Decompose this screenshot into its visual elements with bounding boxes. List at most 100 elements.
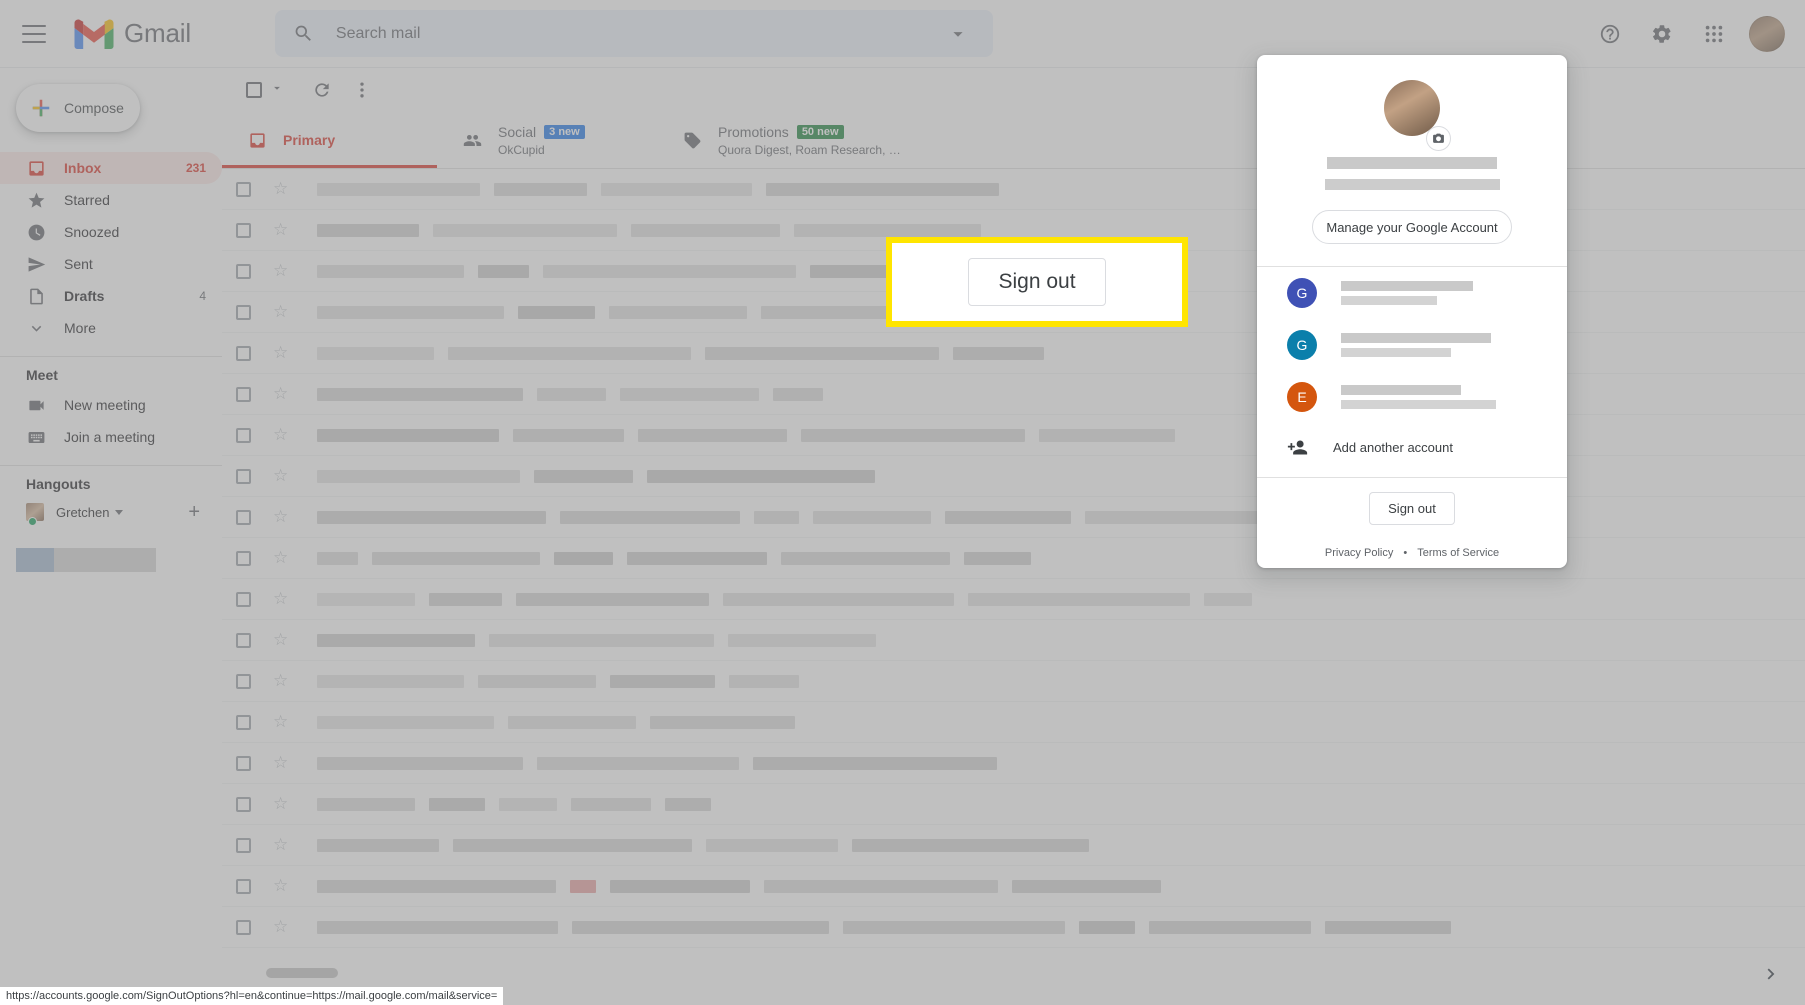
camera-icon[interactable] <box>1426 126 1451 151</box>
row-checkbox[interactable] <box>236 427 251 443</box>
row-checkbox[interactable] <box>236 755 251 771</box>
sidebar-item-starred[interactable]: Starred <box>0 184 222 216</box>
table-row[interactable]: ☆ <box>222 825 1805 866</box>
star-icon[interactable]: ☆ <box>273 671 291 691</box>
table-row[interactable]: ☆ <box>222 784 1805 825</box>
row-checkbox[interactable] <box>236 386 251 402</box>
add-another-account-button[interactable]: Add another account <box>1257 423 1567 471</box>
star-icon[interactable]: ☆ <box>273 507 291 527</box>
sign-out-button[interactable]: Sign out <box>1369 492 1455 525</box>
star-icon[interactable]: ☆ <box>273 630 291 650</box>
account-name-blurred <box>1327 157 1497 169</box>
star-icon[interactable]: ☆ <box>273 876 291 896</box>
row-checkbox[interactable] <box>236 304 251 320</box>
more-vertical-icon[interactable] <box>344 72 380 108</box>
row-checkbox[interactable] <box>236 222 251 238</box>
star-icon[interactable]: ☆ <box>273 589 291 609</box>
account-row[interactable]: E <box>1257 371 1567 423</box>
row-checkbox[interactable] <box>236 509 251 525</box>
table-row[interactable]: ☆ <box>222 866 1805 907</box>
star-icon[interactable]: ☆ <box>273 179 291 199</box>
hamburger-icon[interactable] <box>22 24 46 43</box>
table-row[interactable]: ☆ <box>222 538 1805 579</box>
help-icon[interactable] <box>1593 17 1627 51</box>
row-checkbox[interactable] <box>236 591 251 607</box>
row-checkbox[interactable] <box>236 550 251 566</box>
row-checkbox[interactable] <box>236 714 251 730</box>
apps-grid-icon[interactable] <box>1697 17 1731 51</box>
row-checkbox[interactable] <box>236 345 251 361</box>
row-checkbox[interactable] <box>236 673 251 689</box>
table-row[interactable]: ☆ <box>222 743 1805 784</box>
row-content-blurred <box>317 756 1805 770</box>
tab-social[interactable]: Social 3 new OkCupid <box>437 112 657 168</box>
hangouts-contact-row[interactable]: Gretchen + <box>0 498 222 526</box>
search-input[interactable] <box>333 23 947 44</box>
star-icon[interactable]: ☆ <box>273 261 291 281</box>
star-icon[interactable]: ☆ <box>273 835 291 855</box>
account-row[interactable]: G <box>1257 319 1567 371</box>
sidebar-item-more[interactable]: More <box>0 312 222 344</box>
horizontal-scrollbar[interactable] <box>222 963 1805 983</box>
select-caret-down-icon[interactable] <box>270 81 284 100</box>
manage-google-account-button[interactable]: Manage your Google Account <box>1312 210 1512 244</box>
row-content-blurred <box>317 223 1805 237</box>
table-row[interactable]: ☆ <box>222 415 1805 456</box>
table-row[interactable]: ☆ <box>222 907 1805 948</box>
row-checkbox[interactable] <box>236 632 251 648</box>
tab-subtitle: Quora Digest, Roam Research, … <box>718 142 901 157</box>
terms-of-service-link[interactable]: Terms of Service <box>1417 547 1499 559</box>
sidebar-item-snoozed[interactable]: Snoozed <box>0 216 222 248</box>
star-icon[interactable]: ☆ <box>273 548 291 568</box>
row-checkbox[interactable] <box>236 919 251 935</box>
row-checkbox[interactable] <box>236 468 251 484</box>
star-icon[interactable]: ☆ <box>273 466 291 486</box>
search-bar[interactable] <box>274 10 993 57</box>
caret-down-icon[interactable] <box>115 509 124 515</box>
star-icon[interactable]: ☆ <box>273 343 291 363</box>
compose-button[interactable]: Compose <box>16 84 140 132</box>
account-row[interactable]: G <box>1257 267 1567 319</box>
meet-section-title: Meet <box>26 367 58 383</box>
sidebar-item-new-meeting[interactable]: New meeting <box>0 389 222 421</box>
table-row[interactable]: ☆ <box>222 374 1805 415</box>
select-all-checkbox[interactable] <box>236 72 272 108</box>
row-content-blurred <box>317 633 1805 647</box>
gmail-logo[interactable]: Gmail <box>74 18 191 49</box>
chevron-right-icon[interactable] <box>1761 963 1783 991</box>
sidebar-item-sent[interactable]: Sent <box>0 248 222 280</box>
gear-icon[interactable] <box>1645 17 1679 51</box>
gmail-wordmark: Gmail <box>124 18 191 48</box>
plus-icon[interactable]: + <box>188 501 200 524</box>
star-icon[interactable]: ☆ <box>273 917 291 937</box>
star-icon[interactable]: ☆ <box>273 712 291 732</box>
row-checkbox[interactable] <box>236 796 251 812</box>
star-icon[interactable]: ☆ <box>273 302 291 322</box>
table-row[interactable]: ☆ <box>222 333 1805 374</box>
row-checkbox[interactable] <box>236 263 251 279</box>
row-checkbox[interactable] <box>236 181 251 197</box>
star-icon[interactable]: ☆ <box>273 425 291 445</box>
avatar[interactable] <box>1749 15 1785 52</box>
sidebar-item-join-meeting[interactable]: Join a meeting <box>0 421 222 453</box>
sidebar-item-drafts[interactable]: Drafts 4 <box>0 280 222 312</box>
table-row[interactable]: ☆ <box>222 456 1805 497</box>
table-row[interactable]: ☆ <box>222 169 1805 210</box>
table-row[interactable]: ☆ <box>222 702 1805 743</box>
star-icon[interactable]: ☆ <box>273 753 291 773</box>
star-icon[interactable]: ☆ <box>273 794 291 814</box>
star-icon[interactable]: ☆ <box>273 220 291 240</box>
table-row[interactable]: ☆ <box>222 620 1805 661</box>
search-options-icon[interactable] <box>947 23 969 45</box>
sidebar-item-inbox[interactable]: Inbox 231 <box>0 152 222 184</box>
privacy-policy-link[interactable]: Privacy Policy <box>1325 547 1393 559</box>
table-row[interactable]: ☆ <box>222 661 1805 702</box>
row-checkbox[interactable] <box>236 878 251 894</box>
tab-primary[interactable]: Primary <box>222 112 437 168</box>
table-row[interactable]: ☆ <box>222 497 1805 538</box>
tab-promotions[interactable]: Promotions 50 new Quora Digest, Roam Res… <box>657 112 927 168</box>
row-checkbox[interactable] <box>236 837 251 853</box>
table-row[interactable]: ☆ <box>222 579 1805 620</box>
refresh-icon[interactable] <box>304 72 340 108</box>
star-icon[interactable]: ☆ <box>273 384 291 404</box>
